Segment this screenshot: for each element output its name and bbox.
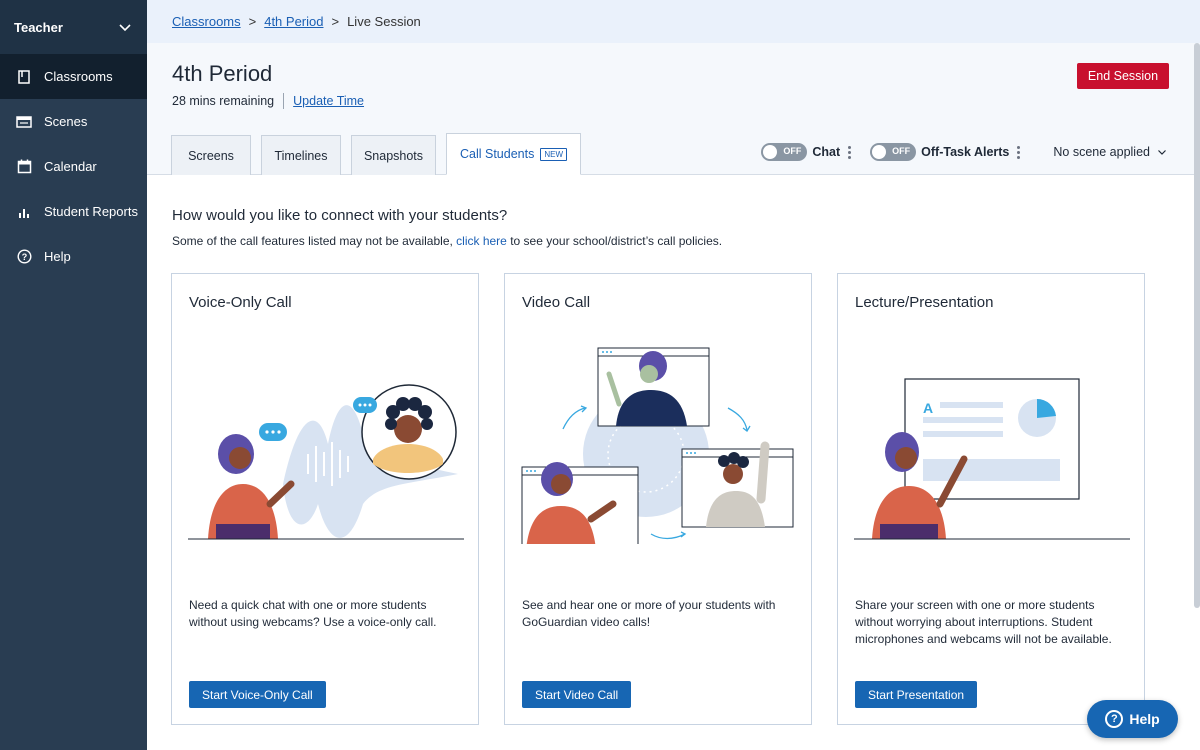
start-voice-call-button[interactable]: Start Voice-Only Call [189,681,326,708]
session-subtitle: 28 mins remaining Update Time [172,93,364,109]
divider [283,93,285,109]
tab-label: Snapshots [363,148,424,163]
time-remaining: 28 mins remaining [172,94,275,108]
session-controls: OFF Chat OFF Off-Task Alerts No scene ap… [761,143,1168,161]
sidebar-item-calendar[interactable]: Calendar [0,144,147,189]
tab-screens[interactable]: Screens [171,135,251,175]
main-content: Classrooms > 4th Period > Live Session 4… [147,0,1200,750]
toggle-state: OFF [783,146,802,156]
tab-bar: Screens Timelines Snapshots Call Student… [171,133,591,175]
session-header: 4th Period 28 mins remaining Update Time… [147,43,1200,175]
chat-label: Chat [812,145,841,159]
start-video-call-button[interactable]: Start Video Call [522,681,632,708]
call-question: How would you like to connect with your … [172,207,508,224]
card-title: Lecture/Presentation [855,294,994,311]
note-text-before: Some of the call features listed may not… [172,234,453,248]
call-policy-note: Some of the call features listed may not… [172,234,722,248]
chat-toggle[interactable]: OFF [761,143,808,161]
offtask-label: Off-Task Alerts [921,145,1010,159]
bar-chart-icon [16,204,32,220]
offtask-more-icon[interactable] [1017,145,1021,159]
note-text-after: to see your school/district’s call polic… [510,234,723,248]
voice-call-card: Voice-Only Call Need a quick chat with o… [171,273,479,725]
voice-call-illustration [188,384,464,540]
card-title: Voice-Only Call [189,294,292,311]
breadcrumb-separator: > [331,14,340,29]
tab-label: Timelines [274,148,328,163]
card-description: See and hear one or more of your student… [522,598,776,629]
sidebar-item-label: Classrooms [44,69,113,84]
tab-timelines[interactable]: Timelines [261,135,341,175]
scene-select[interactable]: No scene applied [1053,145,1168,159]
sidebar-item-scenes[interactable]: Scenes [0,99,147,144]
tab-snapshots[interactable]: Snapshots [351,135,436,175]
scenes-icon [16,114,32,130]
video-call-illustration [521,347,794,544]
call-intro: How would you like to connect with your … [172,207,722,248]
chat-more-icon[interactable] [848,145,852,159]
card-title: Video Call [522,294,591,311]
sidebar-item-label: Student Reports [44,204,138,219]
tab-label: Call Students [459,147,535,161]
update-time-link[interactable]: Update Time [293,94,364,108]
help-button-label: Help [1129,711,1160,727]
call-options: Voice-Only Call Need a quick chat with o… [171,273,1145,725]
breadcrumb-link-period[interactable]: 4th Period [264,14,323,29]
help-circle-icon: ? [16,249,32,265]
user-menu[interactable]: Teacher [0,0,147,54]
sidebar-item-classrooms[interactable]: Classrooms [0,54,147,99]
calendar-icon [16,159,32,175]
presentation-card: Lecture/Presentation A Share your screen… [837,273,1145,725]
user-menu-label: Teacher [14,19,63,35]
scrollbar[interactable] [1194,43,1200,608]
scene-select-value: No scene applied [1053,145,1150,159]
end-session-button[interactable]: End Session [1077,63,1169,89]
help-button[interactable]: ? Help [1087,700,1178,738]
svg-text:A: A [923,400,933,416]
breadcrumb-link-classrooms[interactable]: Classrooms [172,14,241,29]
breadcrumb-current: Live Session [347,14,421,29]
book-icon [16,69,32,85]
card-description: Share your screen with one or more stude… [855,598,1112,646]
start-presentation-button[interactable]: Start Presentation [855,681,978,708]
chevron-down-icon [1158,150,1166,155]
sidebar: Teacher Classrooms Scenes Calendar Stude… [0,0,147,750]
tab-label: Screens [188,148,234,163]
sidebar-item-label: Scenes [44,114,88,129]
presentation-illustration: A [854,378,1130,540]
breadcrumb-separator: > [248,14,257,29]
call-policy-link[interactable]: click here [456,234,507,248]
video-call-card: Video Call See and hear one or more of y… [504,273,812,725]
tab-call-students[interactable]: Call Students NEW [446,133,581,175]
chevron-down-icon [119,24,131,32]
svg-text:?: ? [21,252,27,262]
sidebar-item-label: Help [44,249,71,264]
toggle-knob [763,145,778,159]
breadcrumb: Classrooms > 4th Period > Live Session [147,0,1200,43]
sidebar-item-student-reports[interactable]: Student Reports [0,189,147,234]
sidebar-item-help[interactable]: ? Help [0,234,147,279]
card-description: Need a quick chat with one or more stude… [189,598,437,629]
toggle-state: OFF [892,146,911,156]
help-circle-icon: ? [1105,710,1124,728]
page-title: 4th Period [172,61,273,86]
sidebar-item-label: Calendar [44,159,97,174]
new-badge: NEW [540,147,568,161]
toggle-knob [872,145,887,159]
offtask-toggle[interactable]: OFF [870,143,917,161]
